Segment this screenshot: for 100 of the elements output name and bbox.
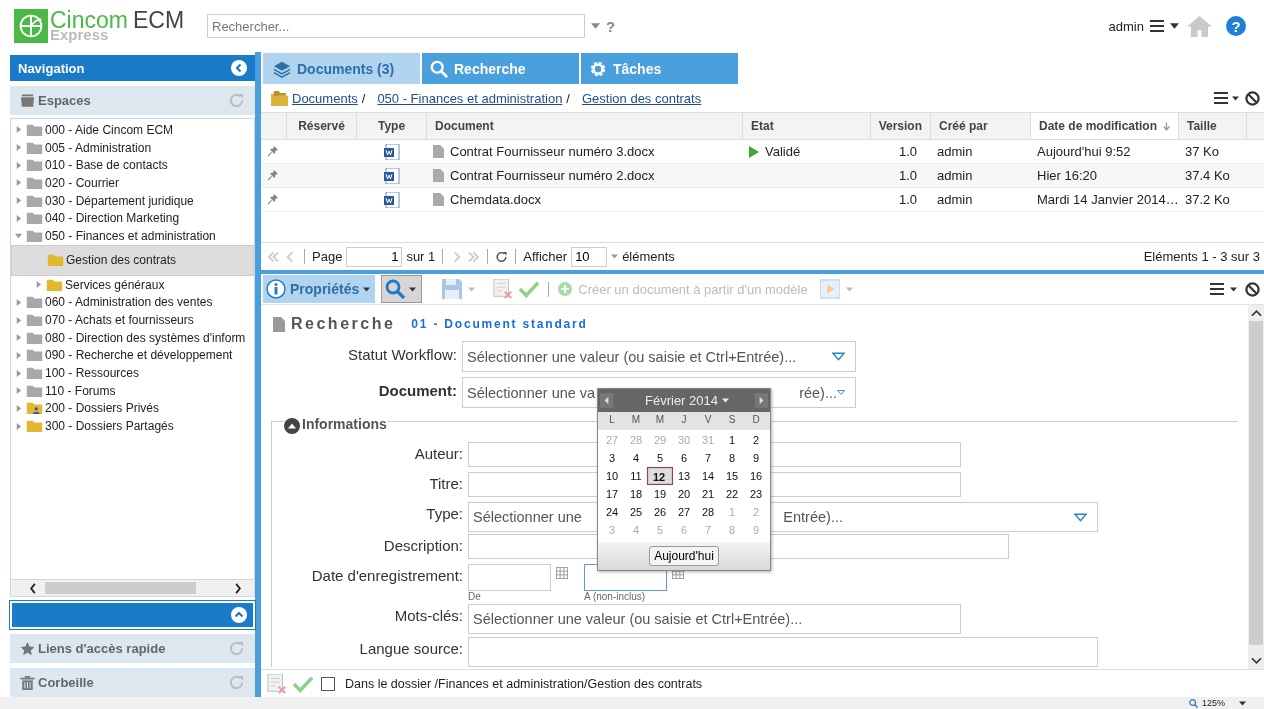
calendar-day[interactable]: 13 <box>672 468 696 484</box>
column-header[interactable]: Date de modification <box>1031 113 1179 139</box>
table-row[interactable]: Chemdata.docx 1.0 admin Mardi 14 Janvier 2014… 37.2 Ko <box>261 188 1264 212</box>
select-field[interactable] <box>468 637 1098 667</box>
add-icon[interactable] <box>558 282 573 296</box>
expand-arrow-icon[interactable] <box>15 369 22 377</box>
horizontal-scrollbar[interactable] <box>10 579 255 597</box>
tree-item[interactable]: 110 - Forums <box>11 381 254 400</box>
tree-item[interactable]: 020 - Courrier <box>11 174 254 192</box>
date-from-field[interactable] <box>468 564 551 591</box>
collapse-icon[interactable] <box>231 60 247 76</box>
help-button[interactable]: ? <box>1226 16 1246 36</box>
trash-header[interactable]: Corbeille <box>10 668 255 697</box>
scroll-down-icon[interactable] <box>1250 657 1262 665</box>
slideshow-icon[interactable] <box>819 279 840 299</box>
calendar-day[interactable]: 15 <box>720 468 744 484</box>
select-field[interactable]: Sélectionner une valeur (ou saisie et Ctrl+Entrée)... <box>462 341 856 372</box>
keywords-field[interactable]: Sélectionner une valeur (ou saisie et Ctrl+Entrée)... <box>468 604 961 634</box>
tree-item[interactable]: Services généraux <box>11 275 254 294</box>
user-menu[interactable]: admin <box>1108 18 1144 34</box>
column-header[interactable]: Document <box>427 113 743 139</box>
home-icon[interactable] <box>1187 15 1212 37</box>
scroll-up-icon[interactable] <box>1250 309 1262 317</box>
column-header[interactable]: Taille <box>1179 113 1247 139</box>
expand-arrow-icon[interactable] <box>15 232 22 240</box>
checkmark-icon[interactable] <box>519 279 540 299</box>
folder-filter-checkbox[interactable] <box>321 676 335 691</box>
calendar-day[interactable]: 3 <box>600 450 624 466</box>
breadcrumb-link[interactable]: Documents <box>292 90 358 106</box>
tree-item[interactable]: 030 - Département juridique <box>11 191 254 210</box>
spaces-header[interactable]: Espaces <box>10 86 255 115</box>
tree-item[interactable]: 090 - Recherche et développement <box>11 346 254 365</box>
dropdown-icon[interactable] <box>837 388 845 397</box>
calendar-day[interactable]: 25 <box>624 504 648 520</box>
calendar-day[interactable]: 24 <box>600 504 624 520</box>
expand-icon[interactable] <box>231 607 247 623</box>
expand-arrow-icon[interactable] <box>15 387 22 395</box>
calendar-day[interactable]: 16 <box>744 468 768 484</box>
tree-item[interactable]: 080 - Direction des systèmes d'inform <box>11 328 254 347</box>
breadcrumb-link[interactable]: Gestion des contrats <box>582 90 702 106</box>
dropdown-icon[interactable] <box>1074 512 1087 522</box>
search-help-button[interactable]: ? <box>606 17 616 35</box>
tree-item[interactable]: 060 - Administration des ventes <box>11 293 254 312</box>
save-icon[interactable] <box>442 279 463 299</box>
menu-icon[interactable] <box>1150 20 1164 32</box>
collapse-icon[interactable] <box>284 418 300 434</box>
tree-item[interactable]: Gestion des contrats <box>11 244 254 276</box>
calendar-day[interactable]: 8 <box>720 450 744 466</box>
calendar-day[interactable]: 5 <box>648 450 672 466</box>
dropdown-icon[interactable] <box>832 352 845 361</box>
tree-item[interactable]: 070 - Achats et fournisseurs <box>11 311 254 329</box>
column-header[interactable]: Réservé <box>287 113 357 139</box>
calendar-day[interactable]: 19 <box>648 486 672 502</box>
refresh-icon[interactable] <box>495 249 509 264</box>
calendar-day[interactable]: 14 <box>696 468 720 484</box>
table-row[interactable]: Contrat Fournisseur numéro 2.docx 1.0 admin Hier 16:20 37.4 Ko <box>261 164 1264 188</box>
today-button[interactable]: Aujourd'hui <box>649 546 719 566</box>
calendar-day[interactable]: 10 <box>600 468 624 484</box>
calendar-day[interactable]: 27 <box>672 504 696 520</box>
expand-arrow-icon[interactable] <box>15 197 22 205</box>
caret-icon[interactable] <box>1232 95 1239 101</box>
calendar-icon[interactable] <box>556 567 568 579</box>
block-icon[interactable] <box>1245 90 1260 106</box>
next-month-icon[interactable] <box>755 393 768 408</box>
expand-arrow-icon[interactable] <box>15 161 22 169</box>
expand-arrow-icon[interactable] <box>15 334 22 342</box>
expand-arrow-icon[interactable] <box>15 126 22 134</box>
expand-arrow-icon[interactable] <box>15 144 22 152</box>
column-header[interactable]: Etat <box>743 113 871 139</box>
first-page-icon[interactable] <box>267 249 280 264</box>
menu-icon[interactable] <box>1210 283 1224 295</box>
calendar-day[interactable]: 20 <box>672 486 696 502</box>
tree-item[interactable]: 050 - Finances et administration <box>11 227 254 245</box>
calendar-day[interactable]: 22 <box>720 486 744 502</box>
column-header[interactable]: Version <box>871 113 931 139</box>
calendar-day[interactable]: 11 <box>624 468 648 484</box>
calendar-day[interactable]: 21 <box>696 486 720 502</box>
column-header[interactable]: Type <box>357 113 427 139</box>
calendar-day[interactable]: 17 <box>600 486 624 502</box>
calendar-day[interactable]: 18 <box>624 486 648 502</box>
caret-icon[interactable] <box>1230 286 1237 292</box>
page-field[interactable]: 1 <box>346 246 403 267</box>
expand-arrow-icon[interactable] <box>15 179 22 187</box>
calendar-day[interactable]: 28 <box>696 504 720 520</box>
search-field[interactable]: Rechercher... <box>207 14 585 38</box>
calendar-day[interactable]: 4 <box>624 450 648 466</box>
tree-item[interactable]: 000 - Aide Cincom ECM <box>11 121 254 139</box>
caret-icon[interactable] <box>1170 23 1179 29</box>
calendar-day[interactable]: 9 <box>744 450 768 466</box>
calendar-day[interactable]: 26 <box>648 504 672 520</box>
delete-document-icon[interactable] <box>267 673 287 694</box>
zoom-level[interactable]: 125% <box>1201 698 1225 708</box>
calendar-day[interactable]: 23 <box>744 486 768 502</box>
caret-icon[interactable] <box>1239 700 1246 706</box>
tree-item[interactable]: 300 - Dossiers Partagés <box>11 417 254 435</box>
scroll-left-icon[interactable] <box>29 582 37 594</box>
tree-item[interactable]: 010 - Base de contacts <box>11 156 254 175</box>
search-mode-button[interactable] <box>381 275 423 303</box>
expand-arrow-icon[interactable] <box>15 422 22 430</box>
calendar-day[interactable]: 6 <box>672 450 696 466</box>
